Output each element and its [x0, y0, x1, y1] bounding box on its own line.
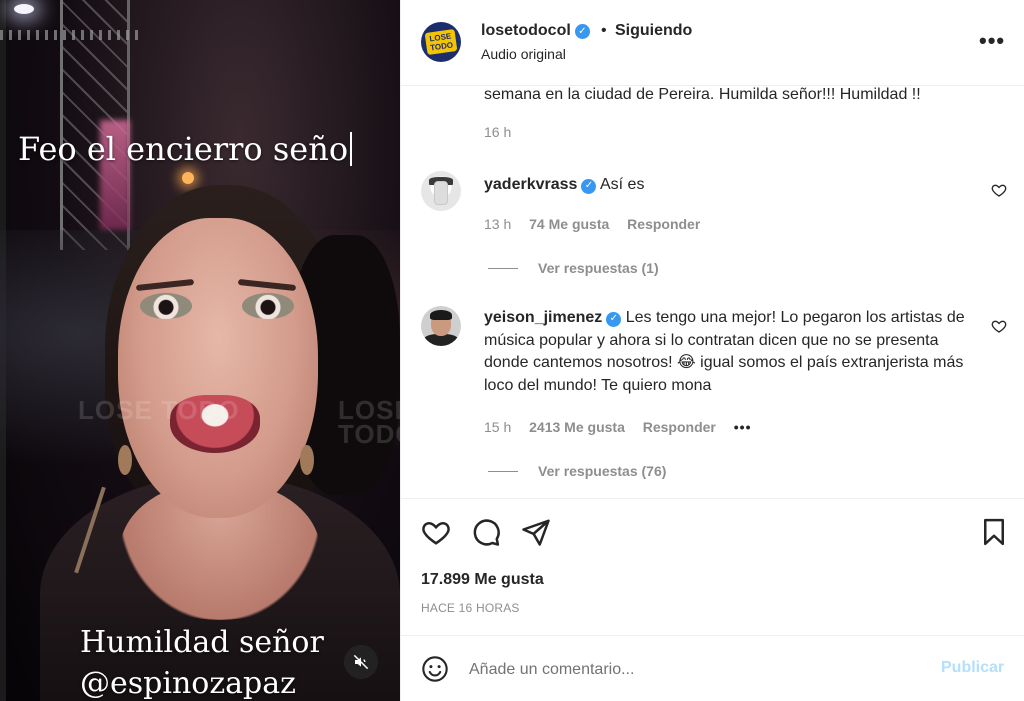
- more-options-button[interactable]: •••: [979, 28, 1005, 54]
- left-eye: [140, 293, 192, 319]
- right-eye: [242, 293, 294, 319]
- mute-button[interactable]: [344, 645, 378, 679]
- orange-light: [182, 172, 194, 184]
- like-heart-icon[interactable]: [421, 517, 451, 547]
- comment-likes[interactable]: 74 Me gusta: [529, 216, 609, 232]
- share-paper-plane-icon[interactable]: [521, 517, 551, 547]
- avatar-hair: [430, 310, 452, 320]
- likes-count[interactable]: 17.899 Me gusta: [421, 571, 544, 589]
- stage-beam: [0, 30, 140, 40]
- account-username[interactable]: losetodocol ✓: [481, 22, 590, 40]
- watermark-right: LOSE TODO: [338, 395, 400, 449]
- view-replies-button[interactable]: Ver respuestas (76): [488, 463, 666, 479]
- watermark-left: LOSE TODO: [78, 395, 240, 425]
- audio-link[interactable]: Audio original: [481, 46, 566, 62]
- post-caption-tail: semana en la ciudad de Pereira. Humilda …: [484, 86, 921, 103]
- like-comment-heart-icon[interactable]: [991, 318, 1007, 334]
- post-caption-time: 16 h: [484, 124, 512, 140]
- comment-avatar[interactable]: [421, 306, 461, 346]
- like-comment-heart-icon[interactable]: [991, 182, 1007, 198]
- post-panel: LOSE TODO losetodocol ✓ • Siguiendo Audio…: [400, 0, 1024, 701]
- speaker-muted-icon: [353, 654, 369, 670]
- person-face: [118, 218, 318, 518]
- comment-username[interactable]: yaderkvrass: [484, 176, 577, 193]
- account-avatar[interactable]: LOSE TODO: [421, 22, 461, 62]
- comment-input[interactable]: [469, 658, 919, 682]
- comment-body: yaderkvrass ✓ Así es: [484, 174, 984, 197]
- view-replies-label: Ver respuestas (76): [538, 463, 667, 479]
- verified-badge-icon: ✓: [574, 24, 590, 39]
- comment-body: yeison_jimenez ✓ Les tengo una mejor! Lo …: [484, 307, 984, 397]
- following-button[interactable]: Siguiendo: [615, 22, 692, 40]
- right-earring: [300, 445, 314, 475]
- view-replies-label: Ver respuestas (1): [538, 260, 659, 276]
- comment-time: 15 h: [484, 419, 512, 435]
- header-separator: •: [601, 22, 607, 39]
- comment-meta: 13 h 74 Me gusta Responder: [484, 216, 714, 232]
- comments-list[interactable]: semana en la ciudad de Pereira. Humilda …: [401, 86, 1024, 498]
- replies-line: [488, 267, 518, 269]
- comment-meta: 15 h 2413 Me gusta Responder •••: [484, 419, 765, 435]
- text-cursor: [350, 132, 353, 166]
- reel-video[interactable]: LOSE TODO LOSE TODO Feo el encierro seño…: [0, 0, 400, 701]
- video-caption-top: Feo el encierro seño: [18, 130, 353, 168]
- save-bookmark-icon[interactable]: [979, 517, 1009, 547]
- post-timestamp: HACE 16 HORAS: [421, 601, 520, 615]
- left-earring: [118, 445, 132, 475]
- post-header: LOSE TODO losetodocol ✓ • Siguiendo Audio…: [401, 0, 1024, 86]
- publish-button[interactable]: Publicar: [941, 659, 1004, 677]
- comment-text: Así es: [599, 176, 645, 193]
- video-caption-bottom-2: @espinozapaz: [80, 666, 296, 701]
- comment-avatar[interactable]: [421, 171, 461, 211]
- replies-line: [488, 470, 518, 472]
- reply-button[interactable]: Responder: [643, 419, 716, 435]
- video-caption-bottom-1: Humildad señor: [80, 625, 324, 660]
- reply-button[interactable]: Responder: [627, 216, 700, 232]
- verified-badge-icon: ✓: [581, 178, 597, 194]
- comment-bubble-icon[interactable]: [471, 517, 501, 547]
- avatar-figure: [434, 181, 448, 205]
- comment-likes[interactable]: 2413 Me gusta: [529, 419, 625, 435]
- emoji-icon[interactable]: [421, 655, 449, 683]
- post-actions: 17.899 Me gusta HACE 16 HORAS: [401, 498, 1024, 635]
- account-logo: LOSE TODO: [424, 29, 458, 55]
- comment-options-button[interactable]: •••: [734, 419, 752, 435]
- comment-time: 13 h: [484, 216, 512, 232]
- stage-light: [14, 4, 34, 14]
- view-replies-button[interactable]: Ver respuestas (1): [488, 260, 659, 276]
- comment-username[interactable]: yeison_jimenez: [484, 309, 602, 326]
- verified-badge-icon: ✓: [606, 311, 622, 327]
- add-comment-bar: Publicar: [401, 635, 1024, 701]
